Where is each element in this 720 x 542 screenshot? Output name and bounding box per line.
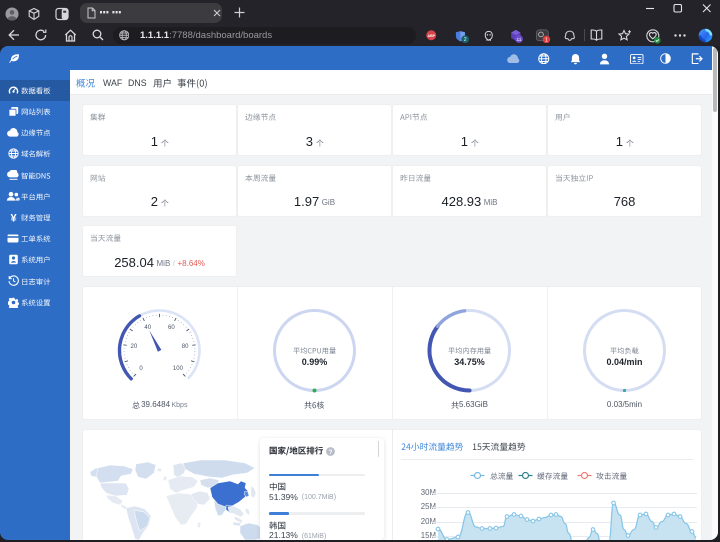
svg-text:2: 2 [464, 37, 467, 43]
svg-text:1: 1 [545, 37, 548, 43]
svg-text:11: 11 [517, 36, 522, 42]
svg-text:?: ? [329, 449, 333, 456]
svg-text:ABP: ABP [428, 34, 436, 38]
